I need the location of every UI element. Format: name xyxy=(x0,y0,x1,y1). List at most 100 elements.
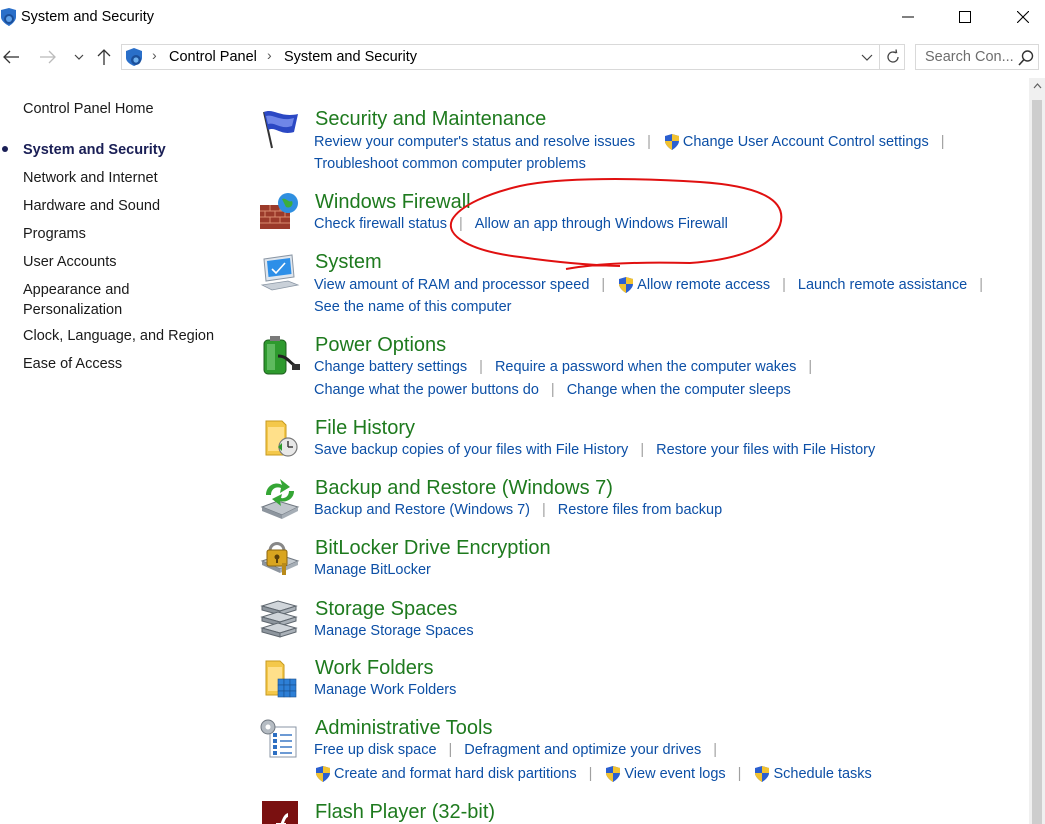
backup-restore-icon[interactable] xyxy=(258,477,302,521)
back-button[interactable] xyxy=(0,45,22,69)
category-title[interactable]: Administrative Tools xyxy=(315,717,492,740)
address-bar[interactable]: › Control Panel › System and Security xyxy=(121,44,905,70)
link-free-up-disk-space[interactable]: Free up disk space xyxy=(314,742,437,758)
breadcrumb-system-and-security[interactable]: System and Security xyxy=(284,49,417,65)
recent-locations-button[interactable] xyxy=(72,45,86,69)
link-separator: | xyxy=(808,359,813,375)
nav-network-and-internet[interactable]: Network and Internet xyxy=(23,168,158,188)
chevron-up-icon xyxy=(1033,83,1041,89)
link-separator: | xyxy=(979,277,983,293)
link-change-battery-settings[interactable]: Change battery settings xyxy=(314,359,467,375)
category-title[interactable]: BitLocker Drive Encryption xyxy=(315,537,551,560)
power-battery-icon[interactable] xyxy=(258,334,302,378)
control-panel-icon xyxy=(1,8,16,26)
work-folders-icon[interactable] xyxy=(258,657,302,701)
link-launch-remote-assistance[interactable]: Launch remote assistance xyxy=(798,277,967,293)
link-manage-work-folders[interactable]: Manage Work Folders xyxy=(314,682,456,698)
link-save-backup-copies[interactable]: Save backup copies of your files with Fi… xyxy=(314,442,628,458)
scroll-up-button[interactable] xyxy=(1029,78,1045,94)
flag-icon[interactable] xyxy=(258,108,302,152)
category-title[interactable]: Storage Spaces xyxy=(315,598,457,621)
link-schedule-tasks[interactable]: Schedule tasks xyxy=(773,766,871,782)
search-box[interactable] xyxy=(915,44,1039,70)
link-create-format-partitions[interactable]: Create and format hard disk partitions xyxy=(334,766,577,782)
close-icon xyxy=(1017,11,1029,23)
category-title[interactable]: File History xyxy=(315,417,415,440)
minimize-button[interactable] xyxy=(885,0,931,34)
breadcrumb-separator[interactable]: › xyxy=(152,47,157,63)
category-title[interactable]: Power Options xyxy=(315,334,446,357)
link-row: Save backup copies of your files with Fi… xyxy=(314,442,875,458)
link-troubleshoot[interactable]: Troubleshoot common computer problems xyxy=(314,156,586,172)
category-title[interactable]: Security and Maintenance xyxy=(315,108,546,131)
refresh-button[interactable] xyxy=(879,45,905,69)
link-row: Manage BitLocker xyxy=(314,562,431,578)
link-allow-remote-access[interactable]: Allow remote access xyxy=(637,277,770,293)
nav-system-and-security[interactable]: System and Security xyxy=(23,140,166,160)
computer-icon[interactable] xyxy=(258,251,302,295)
address-dropdown-button[interactable] xyxy=(858,49,876,67)
maximize-button[interactable] xyxy=(942,0,988,34)
category-title[interactable]: Windows Firewall xyxy=(315,191,471,214)
firewall-icon[interactable] xyxy=(258,191,302,235)
nav-appearance-and-personalization[interactable]: Appearance and xyxy=(23,280,129,300)
link-row: Troubleshoot common computer problems xyxy=(314,156,586,172)
arrow-right-icon xyxy=(40,50,56,64)
nav-user-accounts[interactable]: User Accounts xyxy=(23,252,117,272)
nav-programs[interactable]: Programs xyxy=(23,224,86,244)
nav-control-panel-home[interactable]: Control Panel Home xyxy=(23,99,154,119)
navigation-bar: › Control Panel › System and Security xyxy=(0,42,1045,72)
link-require-password-wake[interactable]: Require a password when the computer wak… xyxy=(495,359,796,375)
link-row: Free up disk space | Defragment and opti… xyxy=(314,742,729,758)
link-see-computer-name[interactable]: See the name of this computer xyxy=(314,299,511,315)
link-row: Change what the power buttons do | Chang… xyxy=(314,382,791,398)
link-check-firewall-status[interactable]: Check firewall status xyxy=(314,216,447,232)
link-manage-bitlocker[interactable]: Manage BitLocker xyxy=(314,562,431,578)
breadcrumb-control-panel[interactable]: Control Panel xyxy=(169,49,257,65)
link-row: Backup and Restore (Windows 7) | Restore… xyxy=(314,502,722,518)
uac-shield-icon xyxy=(664,134,679,150)
forward-button[interactable] xyxy=(37,45,59,69)
link-row: Review your computer's status and resolv… xyxy=(314,133,957,151)
nav-appearance-and-personalization-line2[interactable]: Personalization xyxy=(23,300,122,320)
link-computer-sleeps[interactable]: Change when the computer sleeps xyxy=(567,382,791,398)
category-title[interactable]: System xyxy=(315,251,382,274)
link-manage-storage-spaces[interactable]: Manage Storage Spaces xyxy=(314,623,474,639)
vertical-scrollbar[interactable] xyxy=(1029,78,1045,824)
link-separator: | xyxy=(601,277,606,293)
close-button[interactable] xyxy=(1000,0,1045,34)
link-defragment-drives[interactable]: Defragment and optimize your drives xyxy=(464,742,701,758)
link-view-event-logs[interactable]: View event logs xyxy=(624,766,725,782)
arrow-left-icon xyxy=(3,50,19,64)
storage-spaces-icon[interactable] xyxy=(258,598,302,642)
administrative-tools-icon[interactable] xyxy=(258,717,302,761)
scrollbar-thumb[interactable] xyxy=(1032,100,1042,824)
link-separator: | xyxy=(588,766,593,782)
link-restore-files-from-backup[interactable]: Restore files from backup xyxy=(558,502,722,518)
link-change-uac-settings[interactable]: Change User Account Control settings xyxy=(683,134,929,150)
search-input[interactable] xyxy=(925,48,1017,66)
link-view-ram-processor[interactable]: View amount of RAM and processor speed xyxy=(314,277,589,293)
search-icon[interactable] xyxy=(1017,49,1035,67)
link-restore-files-file-history[interactable]: Restore your files with File History xyxy=(656,442,875,458)
link-backup-and-restore[interactable]: Backup and Restore (Windows 7) xyxy=(314,502,530,518)
link-separator: | xyxy=(647,134,651,150)
category-title[interactable]: Flash Player (32-bit) xyxy=(315,801,495,824)
link-power-buttons[interactable]: Change what the power buttons do xyxy=(314,382,539,398)
breadcrumb-separator[interactable]: › xyxy=(267,47,272,63)
bitlocker-icon[interactable] xyxy=(258,537,302,581)
flash-player-icon[interactable] xyxy=(258,801,302,824)
nav-ease-of-access[interactable]: Ease of Access xyxy=(23,354,122,374)
link-separator: | xyxy=(458,216,463,232)
category-title[interactable]: Work Folders xyxy=(315,657,434,680)
link-row: Manage Work Folders xyxy=(314,682,456,698)
category-title[interactable]: Backup and Restore (Windows 7) xyxy=(315,477,613,500)
nav-clock-language-region[interactable]: Clock, Language, and Region xyxy=(23,326,214,346)
up-button[interactable] xyxy=(94,45,114,69)
nav-hardware-and-sound[interactable]: Hardware and Sound xyxy=(23,196,160,216)
link-review-status[interactable]: Review your computer's status and resolv… xyxy=(314,134,635,150)
minimize-icon xyxy=(902,16,914,18)
link-allow-app-through-firewall[interactable]: Allow an app through Windows Firewall xyxy=(475,216,728,232)
uac-shield-icon xyxy=(606,766,621,782)
file-history-icon[interactable] xyxy=(258,417,302,461)
